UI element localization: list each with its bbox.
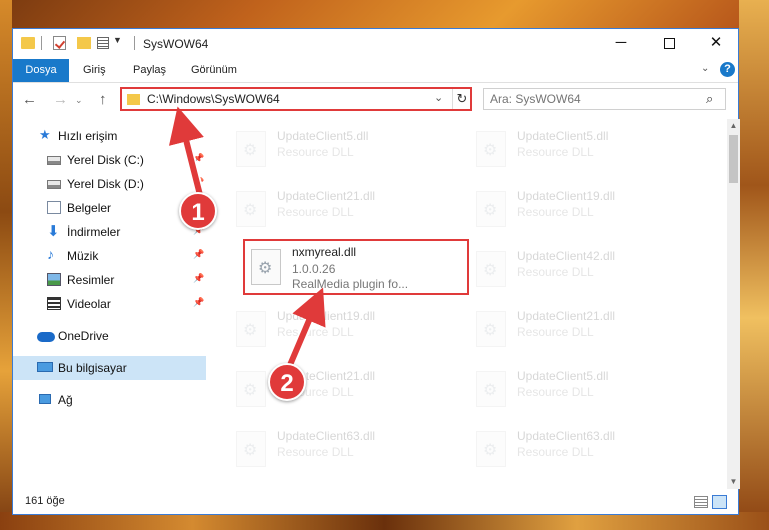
step-marker-1: 1 (179, 192, 217, 230)
arrow-2 (287, 287, 326, 368)
arrow-1 (168, 106, 204, 198)
step-marker-2: 2 (268, 363, 306, 401)
annotation-arrows (168, 106, 326, 370)
